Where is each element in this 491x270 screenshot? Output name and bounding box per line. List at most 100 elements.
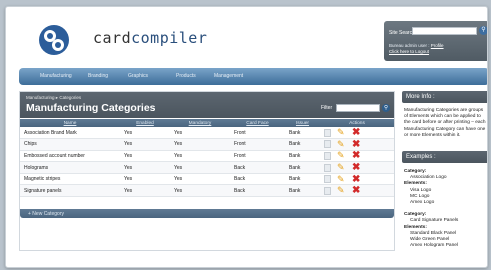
table-row: Association Brand Mark Yes Yes Front Ban… <box>20 127 394 140</box>
profile-link[interactable]: Profile <box>431 43 444 48</box>
brand-name: cardcompiler <box>93 29 207 47</box>
column-header-actions: Actions <box>320 119 394 127</box>
categories-table: Name Enabled Mandatory Card Face Issuer … <box>20 119 394 198</box>
page-title: Manufacturing Categories <box>26 102 156 114</box>
cell-enabled: Yes <box>120 127 170 140</box>
edit-icon[interactable]: ✎ <box>337 186 346 195</box>
column-header-issuer[interactable]: Issuer <box>285 119 320 127</box>
cell-name: Signature panels <box>20 184 120 198</box>
cell-enabled: Yes <box>120 161 170 174</box>
cell-mandatory: Yes <box>170 138 230 151</box>
cell-actions: ✎ ✖ <box>320 127 394 140</box>
view-icon[interactable] <box>324 175 331 184</box>
edit-icon[interactable]: ✎ <box>337 174 346 184</box>
table-row: Embossed account number Yes Yes Front Ba… <box>20 150 394 163</box>
more-info-header: More Info : <box>402 91 487 103</box>
delete-icon[interactable]: ✖ <box>352 128 361 138</box>
cell-issuer: Bank <box>285 161 320 174</box>
cell-card-face: Back <box>230 161 285 174</box>
column-header-name[interactable]: Name <box>20 119 120 127</box>
edit-icon[interactable]: ✎ <box>337 163 346 172</box>
page: cardcompiler Site Search ⚲ Bureau admin … <box>5 6 488 268</box>
cell-issuer: Bank <box>285 138 320 151</box>
cell-card-face: Front <box>230 150 285 163</box>
view-icon[interactable] <box>324 163 331 172</box>
breadcrumb: Manufacturing ▸ Categories <box>26 95 81 101</box>
delete-icon[interactable]: ✖ <box>352 174 361 184</box>
main-nav: Manufacturing Branding Graphics Products… <box>19 68 487 85</box>
delete-icon[interactable]: ✖ <box>352 139 361 149</box>
site-search-panel: Site Search ⚲ Bureau admin user : Profil… <box>384 21 487 61</box>
user-info: Bureau admin user : Profile Click here t… <box>389 43 444 55</box>
cell-mandatory: Yes <box>170 184 230 198</box>
new-category-bar: + New Category <box>20 209 394 218</box>
cell-name: Association Brand Mark <box>20 127 120 140</box>
brand-part1: card <box>93 29 132 47</box>
cell-enabled: Yes <box>120 150 170 163</box>
nav-item-management[interactable]: Management <box>214 73 243 79</box>
example-element: Amex Hologram Panel <box>410 243 458 249</box>
delete-icon[interactable]: ✖ <box>352 163 361 173</box>
cell-mandatory: Yes <box>170 173 230 186</box>
cell-issuer: Bank <box>285 127 320 140</box>
breadcrumb-manufacturing[interactable]: Manufacturing <box>26 95 55 100</box>
filter-input[interactable] <box>336 104 380 112</box>
nav-item-graphics[interactable]: Graphics <box>128 73 148 79</box>
view-icon[interactable] <box>324 140 331 149</box>
cell-mandatory: Yes <box>170 150 230 163</box>
cell-enabled: Yes <box>120 138 170 151</box>
panel-header: Manufacturing ▸ Categories Manufacturing… <box>20 92 394 118</box>
cardcompiler-logo <box>39 25 69 55</box>
cell-actions: ✎ ✖ <box>320 184 394 198</box>
breadcrumb-separator-icon: ▸ <box>55 95 59 100</box>
user-label: Bureau admin user : <box>389 43 431 48</box>
table-row: Chips Yes Yes Front Bank ✎ ✖ <box>20 138 394 151</box>
edit-icon[interactable]: ✎ <box>337 139 346 149</box>
logout-link[interactable]: Click here to Logout <box>389 49 429 54</box>
cell-actions: ✎ ✖ <box>320 150 394 163</box>
cell-name: Embossed account number <box>20 150 120 163</box>
more-info-text: Manufacturing Categories are groups of E… <box>404 108 486 138</box>
view-icon[interactable] <box>324 128 331 137</box>
filter-label: Filter <box>321 105 333 111</box>
site-search-label: Site Search <box>389 30 415 36</box>
cell-mandatory: Yes <box>170 161 230 174</box>
view-icon[interactable] <box>324 186 331 195</box>
filter-search-icon[interactable]: ⚲ <box>382 104 390 112</box>
cell-enabled: Yes <box>120 184 170 198</box>
cell-issuer: Bank <box>285 173 320 186</box>
table-row: Magnetic stripes Yes Yes Back Bank ✎ ✖ <box>20 173 394 186</box>
brand-part2: compiler <box>131 29 208 47</box>
cell-actions: ✎ ✖ <box>320 173 394 186</box>
view-icon[interactable] <box>324 151 331 160</box>
cell-card-face: Back <box>230 173 285 186</box>
column-header-enabled[interactable]: Enabled <box>120 119 170 127</box>
edit-icon[interactable]: ✎ <box>337 151 346 160</box>
column-header-card-face[interactable]: Card Face <box>230 119 285 127</box>
breadcrumb-categories[interactable]: Categories <box>59 95 81 100</box>
nav-item-branding[interactable]: Branding <box>88 73 108 79</box>
new-category-link[interactable]: + New Category <box>28 211 64 217</box>
cell-card-face: Back <box>230 184 285 198</box>
edit-icon[interactable]: ✎ <box>337 128 346 137</box>
cell-card-face: Front <box>230 138 285 151</box>
table-body: Association Brand Mark Yes Yes Front Ban… <box>20 127 394 198</box>
delete-icon[interactable]: ✖ <box>352 186 361 196</box>
cell-name: Chips <box>20 138 120 151</box>
table-row: Holograms Yes Yes Back Bank ✎ ✖ <box>20 161 394 174</box>
cell-actions: ✎ ✖ <box>320 138 394 151</box>
categories-panel: Manufacturing ▸ Categories Manufacturing… <box>19 91 395 251</box>
cell-enabled: Yes <box>120 173 170 186</box>
column-header-mandatory[interactable]: Mandatory <box>170 119 230 127</box>
table-row: Signature panels Yes Yes Back Bank ✎ ✖ <box>20 184 394 198</box>
cell-issuer: Bank <box>285 184 320 198</box>
cell-mandatory: Yes <box>170 127 230 140</box>
nav-item-products[interactable]: Products <box>176 73 196 79</box>
cell-actions: ✎ ✖ <box>320 161 394 174</box>
cell-name: Holograms <box>20 161 120 174</box>
cell-name: Magnetic stripes <box>20 173 120 186</box>
nav-item-manufacturing[interactable]: Manufacturing <box>40 73 72 79</box>
delete-icon[interactable]: ✖ <box>352 151 361 161</box>
search-icon[interactable]: ⚲ <box>479 26 487 35</box>
site-search-input[interactable] <box>412 27 477 35</box>
